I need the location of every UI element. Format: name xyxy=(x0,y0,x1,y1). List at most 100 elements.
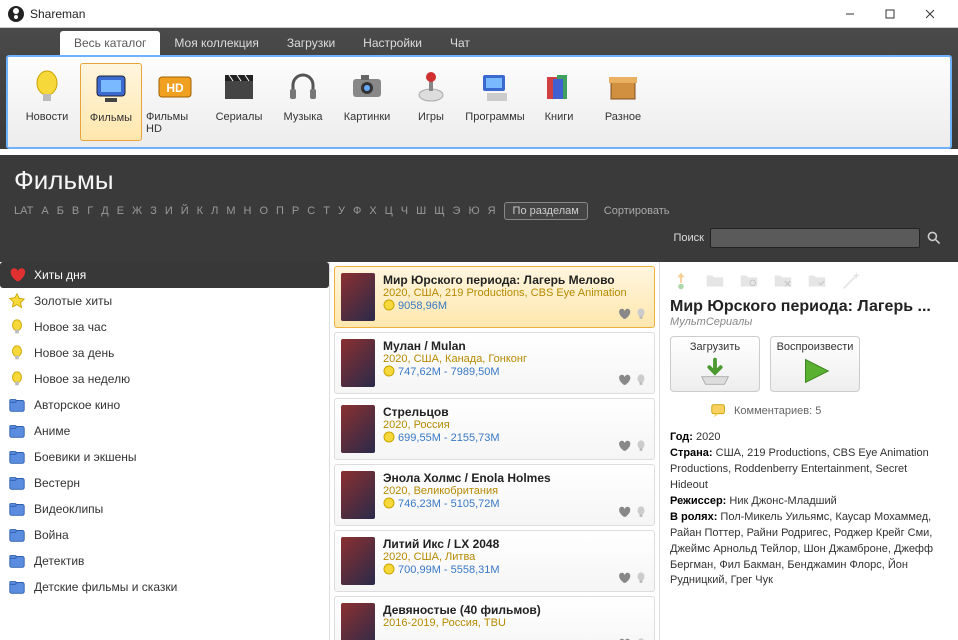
minimize-button[interactable] xyxy=(830,0,870,28)
favorite-icon[interactable] xyxy=(617,373,631,387)
alpha-letter[interactable]: Ш xyxy=(416,205,426,217)
alpha-letter[interactable]: У xyxy=(338,205,345,217)
alpha-letter[interactable]: Й xyxy=(181,205,189,217)
joy-icon xyxy=(411,67,451,107)
folder-search-icon[interactable] xyxy=(738,270,760,292)
sidebar-item-1[interactable]: Золотые хиты xyxy=(0,288,329,314)
alpha-letter[interactable]: Д xyxy=(101,205,108,217)
search-input[interactable] xyxy=(710,228,920,248)
sidebar-item-12[interactable]: Детские фильмы и сказки xyxy=(0,574,329,600)
toolbar-pc[interactable]: Программы xyxy=(464,63,526,141)
folder-icon xyxy=(8,552,26,570)
content-card[interactable]: Девяностые (40 фильмов)2016-2019, Россия… xyxy=(334,596,655,640)
alpha-letter[interactable]: Ж xyxy=(132,205,142,217)
search-icon[interactable] xyxy=(924,228,944,248)
tab-4[interactable]: Чат xyxy=(436,31,484,55)
alpha-letter[interactable]: З xyxy=(150,205,157,217)
alpha-letter[interactable]: LAT xyxy=(14,205,33,217)
favorite-icon[interactable] xyxy=(617,505,631,519)
alpha-letter[interactable]: Щ xyxy=(434,205,444,217)
alpha-letter[interactable]: А xyxy=(41,205,48,217)
cam-icon xyxy=(347,67,387,107)
download-button[interactable]: Загрузить xyxy=(670,336,760,392)
maximize-button[interactable] xyxy=(870,0,910,28)
sidebar-item-label: Золотые хиты xyxy=(34,294,112,308)
sidebar-item-2[interactable]: Новое за час xyxy=(0,314,329,340)
content-card[interactable]: Мир Юрского периода: Лагерь Мелово2020, … xyxy=(334,266,655,328)
alpha-letter[interactable]: Р xyxy=(292,205,299,217)
thumbnail xyxy=(341,339,375,387)
toolbar-cam[interactable]: Картинки xyxy=(336,63,398,141)
alpha-letter[interactable]: Н xyxy=(243,205,251,217)
favorite-icon[interactable] xyxy=(617,307,631,321)
favorite-icon[interactable] xyxy=(617,439,631,453)
toolbar-bulb[interactable]: Новости xyxy=(16,63,78,141)
toolbar-clap[interactable]: Сериалы xyxy=(208,63,270,141)
sidebar-item-7[interactable]: Боевики и экшены xyxy=(0,444,329,470)
bulb-icon[interactable] xyxy=(634,505,648,519)
svg-text:HD: HD xyxy=(166,81,184,95)
alpha-letter[interactable]: Я xyxy=(488,205,496,217)
alpha-letter[interactable]: Ц xyxy=(385,205,393,217)
play-button[interactable]: Воспроизвести xyxy=(770,336,860,392)
bulb-icon[interactable] xyxy=(634,571,648,585)
content-card[interactable]: Стрельцов2020, Россия 699,55M - 2155,73M xyxy=(334,398,655,460)
content-list[interactable]: Мир Юрского периода: Лагерь Мелово2020, … xyxy=(330,262,660,640)
detail-action-icon[interactable] xyxy=(670,270,692,292)
alpha-letter[interactable]: Г xyxy=(87,205,93,217)
alpha-letter[interactable]: Ю xyxy=(468,205,479,217)
toolbar-joy[interactable]: Игры xyxy=(400,63,462,141)
alpha-letter[interactable]: К xyxy=(197,205,203,217)
alpha-letter[interactable]: Ф xyxy=(353,205,361,217)
toolbar-tv[interactable]: Фильмы xyxy=(80,63,142,141)
tab-2[interactable]: Загрузки xyxy=(273,31,349,55)
alpha-letter[interactable]: С xyxy=(307,205,315,217)
alpha-letter[interactable]: Ч xyxy=(401,205,408,217)
sidebar-item-10[interactable]: Война xyxy=(0,522,329,548)
alpha-letter[interactable]: Б xyxy=(57,205,64,217)
content-card[interactable]: Мулан / Mulan2020, США, Канада, Гонконг … xyxy=(334,332,655,394)
alpha-letter[interactable]: Е xyxy=(117,205,124,217)
sidebar-item-3[interactable]: Новое за день xyxy=(0,340,329,366)
sidebar-item-0[interactable]: Хиты дня xyxy=(0,262,329,288)
folder-open-icon[interactable] xyxy=(704,270,726,292)
alpha-letter[interactable]: Х xyxy=(369,205,376,217)
bulb-icon[interactable] xyxy=(634,373,648,387)
comments-row[interactable]: Комментариев: 5 xyxy=(710,402,948,420)
close-button[interactable] xyxy=(910,0,950,28)
sidebar-item-8[interactable]: Вестерн xyxy=(0,470,329,496)
tab-3[interactable]: Настройки xyxy=(349,31,436,55)
app-title: Shareman xyxy=(30,7,85,21)
sidebar-item-5[interactable]: Авторское кино xyxy=(0,392,329,418)
sidebar-item-4[interactable]: Новое за неделю xyxy=(0,366,329,392)
sidebar-item-9[interactable]: Видеоклипы xyxy=(0,496,329,522)
alpha-letter[interactable]: В xyxy=(72,205,79,217)
alpha-letter[interactable]: М xyxy=(226,205,235,217)
content-card[interactable]: Литий Икс / LX 20482020, США, Литва 700,… xyxy=(334,530,655,592)
sidebar-item-11[interactable]: Детектив xyxy=(0,548,329,574)
alpha-letter[interactable]: П xyxy=(276,205,284,217)
sidebar-item-6[interactable]: Аниме xyxy=(0,418,329,444)
bulb-icon[interactable] xyxy=(634,307,648,321)
folder-check-icon[interactable] xyxy=(806,270,828,292)
alpha-letter[interactable]: Э xyxy=(453,205,461,217)
toolbar-book[interactable]: Книги xyxy=(528,63,590,141)
alpha-letter[interactable]: О xyxy=(259,205,268,217)
section-button[interactable]: По разделам xyxy=(504,202,588,220)
toolbar-box[interactable]: Разное xyxy=(592,63,654,141)
sidebar-item-label: Видеоклипы xyxy=(34,502,103,516)
tab-1[interactable]: Моя коллекция xyxy=(160,31,272,55)
toolbar-head[interactable]: Музыка xyxy=(272,63,334,141)
sort-label[interactable]: Сортировать xyxy=(604,205,670,217)
alpha-letter[interactable]: Т xyxy=(323,205,330,217)
content-card[interactable]: Энола Холмс / Enola Holmes2020, Великобр… xyxy=(334,464,655,526)
alpha-letter[interactable]: И xyxy=(165,205,173,217)
wand-icon[interactable] xyxy=(840,270,862,292)
folder-remove-icon[interactable] xyxy=(772,270,794,292)
tab-0[interactable]: Весь каталог xyxy=(60,31,160,55)
bulb-icon[interactable] xyxy=(634,439,648,453)
toolbar-label: Фильмы HD xyxy=(146,111,204,135)
favorite-icon[interactable] xyxy=(617,571,631,585)
alpha-letter[interactable]: Л xyxy=(211,205,218,217)
toolbar-hd[interactable]: HD Фильмы HD xyxy=(144,63,206,141)
